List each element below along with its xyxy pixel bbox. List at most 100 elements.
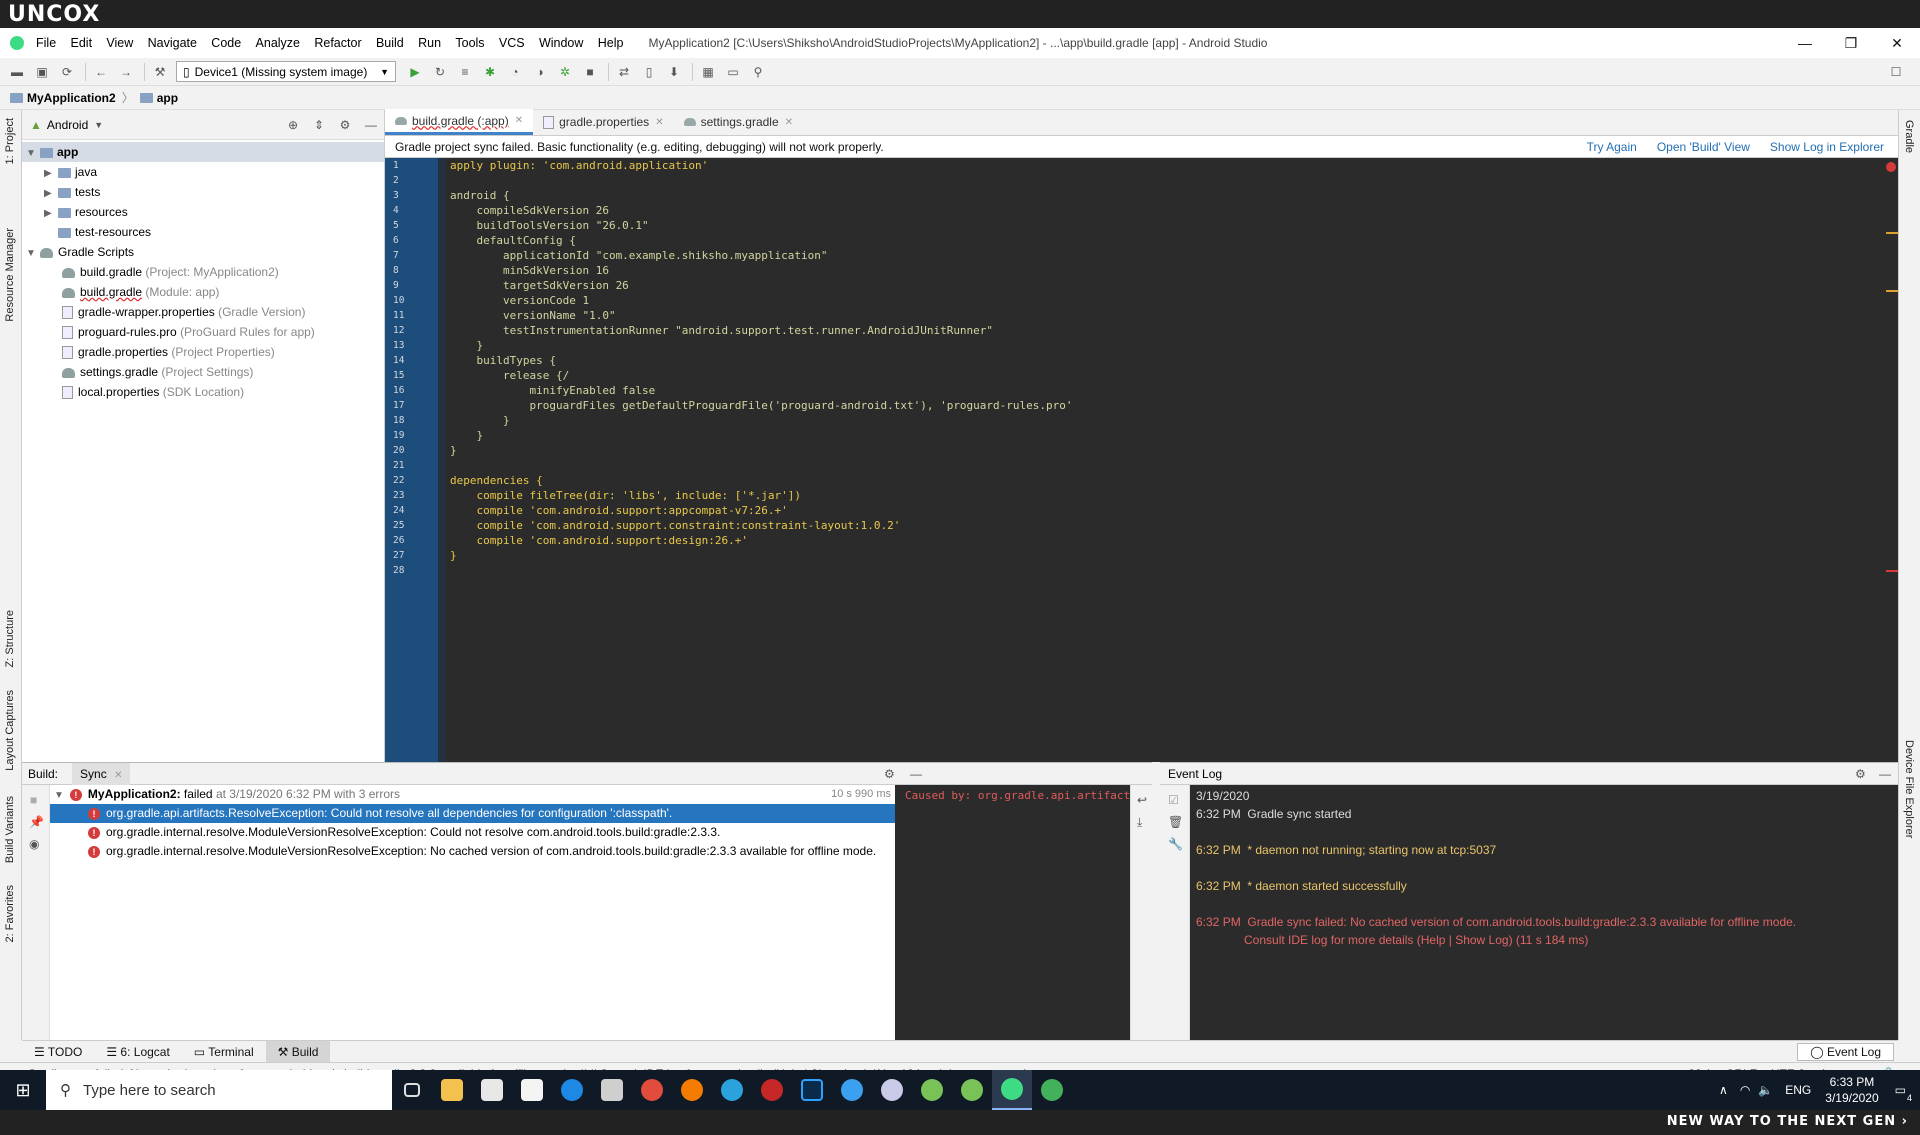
tree-item-local-properties[interactable]: local.properties (SDK Location) xyxy=(22,382,384,402)
tool-favorites[interactable]: 2: Favorites xyxy=(4,885,16,942)
store-icon[interactable] xyxy=(472,1070,512,1110)
event-consult-link[interactable]: Consult IDE log for more details (Help |… xyxy=(1196,931,1796,949)
clock[interactable]: 6:33 PM 3/19/2020 xyxy=(1825,1074,1878,1106)
avd-manager-icon[interactable]: ▯ xyxy=(640,63,658,81)
menu-tools[interactable]: Tools xyxy=(455,36,484,50)
wifi-icon[interactable]: ◠ xyxy=(1740,1083,1750,1097)
code-line[interactable]: proguardFiles getDefaultProguardFile('pr… xyxy=(450,398,1886,413)
project-view-selector[interactable]: Android xyxy=(47,118,88,132)
menu-code[interactable]: Code xyxy=(211,36,241,50)
apply-code-changes-icon[interactable]: ≡ xyxy=(456,63,474,81)
menu-file[interactable]: File xyxy=(36,36,56,50)
menu-vcs[interactable]: VCS xyxy=(499,36,525,50)
gear-icon[interactable]: ⚙ xyxy=(332,118,358,132)
chevron-down-icon[interactable]: ▼ xyxy=(94,120,103,130)
tree-item-tests[interactable]: ▶ tests xyxy=(22,182,384,202)
sync-icon[interactable]: ⟳ xyxy=(58,63,76,81)
chat-icon[interactable] xyxy=(832,1070,872,1110)
stop-icon[interactable]: ■ xyxy=(581,63,599,81)
back-icon[interactable]: ← xyxy=(92,63,110,81)
code-line[interactable]: } xyxy=(450,548,1886,563)
close-tab-icon[interactable]: ✕ xyxy=(655,117,663,128)
tool-device-file-explorer[interactable]: Device File Explorer xyxy=(1903,740,1915,838)
hide-icon[interactable]: — xyxy=(1879,767,1891,781)
mark-read-icon[interactable]: ☑ xyxy=(1168,793,1189,807)
build-error-row[interactable]: ! org.gradle.api.artifacts.ResolveExcepti… xyxy=(50,804,895,823)
eye-icon[interactable]: ◉ xyxy=(29,837,49,851)
build-console[interactable]: Caused by: org.gradle.api.artifacts xyxy=(895,785,1155,1041)
code-line[interactable]: compile 'com.android.support.constraint:… xyxy=(450,518,1886,533)
tree-item-settings-gradle[interactable]: settings.gradle (Project Settings) xyxy=(22,362,384,382)
minimize-icon[interactable]: — xyxy=(1782,28,1828,58)
tool-project[interactable]: 1: Project xyxy=(4,118,16,164)
wrench-icon[interactable]: 🔧 xyxy=(1168,837,1189,851)
warning-mark[interactable] xyxy=(1886,232,1898,234)
sync-gradle-icon[interactable]: ⇄ xyxy=(615,63,633,81)
user-icon[interactable]: ☐ xyxy=(1887,63,1905,81)
code-line[interactable]: targetSdkVersion 26 xyxy=(450,278,1886,293)
code-line[interactable]: apply plugin: 'com.android.application' xyxy=(450,158,1886,173)
soft-wrap-icon[interactable]: ↩ xyxy=(1137,793,1156,807)
file-explorer-icon[interactable] xyxy=(432,1070,472,1110)
code-line[interactable] xyxy=(450,458,1886,473)
taskbar-search[interactable]: ⚲ Type here to search xyxy=(46,1070,392,1110)
tool-resource-manager[interactable]: Resource Manager xyxy=(4,228,16,322)
code-line[interactable]: testInstrumentationRunner "android.suppo… xyxy=(450,323,1886,338)
stop-icon[interactable]: ■ xyxy=(30,793,49,807)
error-stripe[interactable] xyxy=(1886,158,1898,762)
chevron-up-icon[interactable]: ∧ xyxy=(1719,1083,1728,1097)
telegram-icon[interactable] xyxy=(712,1070,752,1110)
antivirus-icon[interactable] xyxy=(752,1070,792,1110)
pin-icon[interactable]: 📌 xyxy=(29,815,49,829)
try-again-link[interactable]: Try Again xyxy=(1587,140,1637,154)
menu-help[interactable]: Help xyxy=(598,36,624,50)
tree-item-java[interactable]: ▶ java xyxy=(22,162,384,182)
collapsed-icon[interactable]: ▶ xyxy=(44,184,58,204)
build-root-row[interactable]: ▼! MyApplication2: failed at 3/19/2020 6:… xyxy=(50,785,895,804)
tool-terminal[interactable]: ▭ Terminal xyxy=(182,1045,266,1059)
profile-icon[interactable]: ◔ xyxy=(506,63,524,81)
tree-item-proguard-rules[interactable]: proguard-rules.pro (ProGuard Rules for a… xyxy=(22,322,384,342)
task-view-icon[interactable] xyxy=(392,1070,432,1110)
code-line[interactable] xyxy=(450,173,1886,188)
show-log-link[interactable]: Show Log in Explorer xyxy=(1770,140,1884,154)
open-folder-icon[interactable]: ▬ xyxy=(8,63,26,81)
menu-view[interactable]: View xyxy=(106,36,133,50)
run-icon[interactable]: ▶ xyxy=(406,63,424,81)
code-line[interactable]: defaultConfig { xyxy=(450,233,1886,248)
tree-item-gradle-properties[interactable]: gradle.properties (Project Properties) xyxy=(22,342,384,362)
close-tab-icon[interactable]: ✕ xyxy=(114,770,122,781)
expanded-icon[interactable]: ▼ xyxy=(26,244,40,264)
tree-item-app[interactable]: ▼ app xyxy=(22,142,384,162)
windows-start-icon[interactable]: ⊞ xyxy=(0,1080,46,1101)
attach-debugger-icon[interactable]: ◑ xyxy=(531,63,549,81)
tool-build-variants[interactable]: Build Variants xyxy=(4,796,16,863)
sdk-manager-icon[interactable]: ⬇ xyxy=(665,63,683,81)
volume-icon[interactable]: 🔈 xyxy=(1758,1083,1773,1097)
send-app-icon[interactable] xyxy=(1032,1070,1072,1110)
close-icon[interactable]: ✕ xyxy=(1874,28,1920,58)
code-line[interactable]: } xyxy=(450,413,1886,428)
menu-build[interactable]: Build xyxy=(376,36,404,50)
expanded-icon[interactable]: ▼ xyxy=(26,144,40,164)
menu-refactor[interactable]: Refactor xyxy=(314,36,361,50)
language-indicator[interactable]: ENG xyxy=(1785,1083,1811,1097)
code-line[interactable]: minSdkVersion 16 xyxy=(450,263,1886,278)
debug-icon[interactable]: ✱ xyxy=(481,63,499,81)
device-selector[interactable]: ▯ Device1 (Missing system image) ▼ xyxy=(176,61,396,82)
tree-item-build-gradle-module[interactable]: build.gradle (Module: app) xyxy=(22,282,384,302)
expanded-icon[interactable]: ▼ xyxy=(54,790,64,801)
gear-icon[interactable]: ⚙ xyxy=(1855,767,1866,781)
tab-gradle-properties[interactable]: gradle.properties ✕ xyxy=(533,109,673,135)
code-line[interactable]: } xyxy=(450,443,1886,458)
code-line[interactable]: compile fileTree(dir: 'libs', include: [… xyxy=(450,488,1886,503)
menu-edit[interactable]: Edit xyxy=(71,36,93,50)
calculator-icon[interactable] xyxy=(592,1070,632,1110)
menu-navigate[interactable]: Navigate xyxy=(148,36,197,50)
android-app-icon[interactable] xyxy=(912,1070,952,1110)
code-line[interactable]: release {/ xyxy=(450,368,1886,383)
tool-logcat[interactable]: ☰ 6: Logcat xyxy=(94,1045,181,1059)
collapsed-icon[interactable]: ▶ xyxy=(44,204,58,224)
code-line[interactable]: dependencies { xyxy=(450,473,1886,488)
search-icon[interactable]: ⚲ xyxy=(749,63,767,81)
